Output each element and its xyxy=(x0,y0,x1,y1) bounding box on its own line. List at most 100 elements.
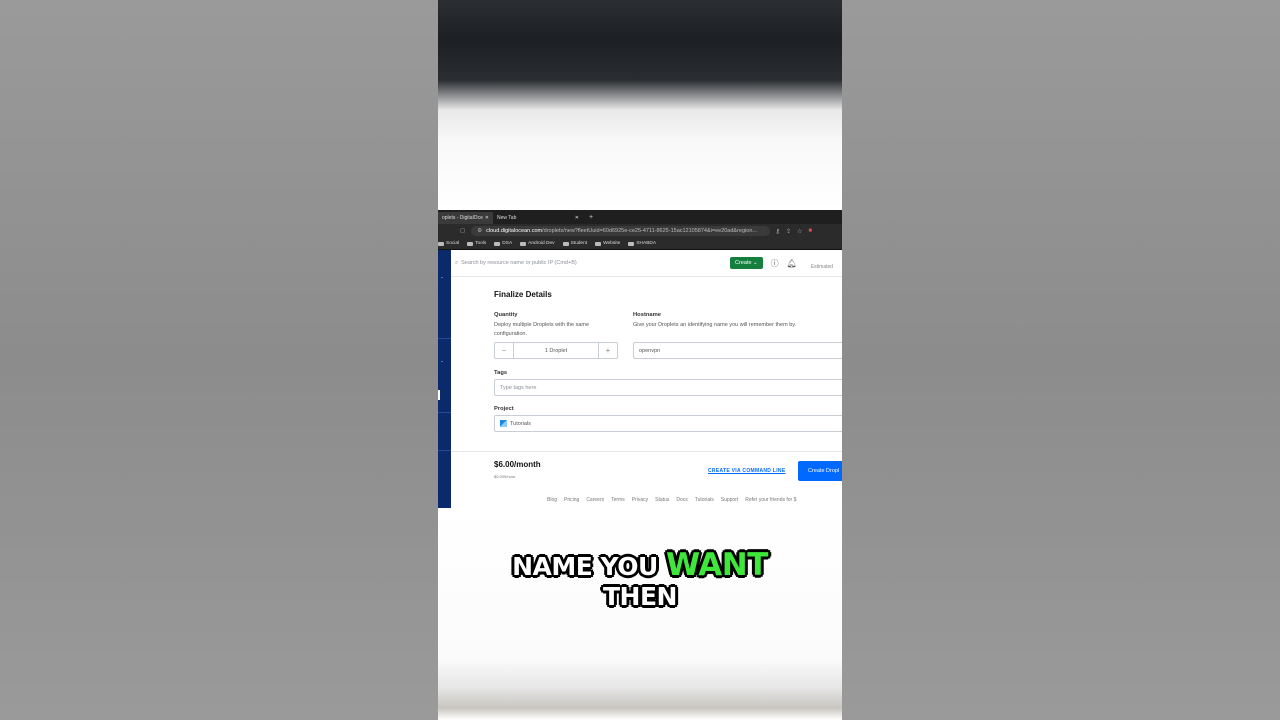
quantity-label: Quantity xyxy=(494,312,518,318)
url-host: cloud.digitalocean.com xyxy=(486,228,543,234)
blurred-bottom-area xyxy=(438,508,842,720)
url-path: /droplets/new?fleetUuid=60d6925e-ce25-47… xyxy=(542,228,757,234)
close-icon[interactable]: ✕ xyxy=(485,215,489,221)
footer-link[interactable]: Pricing xyxy=(564,497,579,503)
tab-label: New Tab xyxy=(497,215,517,221)
tags-input[interactable]: Type tags here xyxy=(494,379,842,396)
bookmark-dsa[interactable]: DSA xyxy=(494,241,512,246)
bookmark-label: DSA xyxy=(502,241,513,246)
bookmark-shabda[interactable]: SHABDA xyxy=(628,241,656,246)
background-right xyxy=(842,0,1280,720)
tab-bar: oplets - DigitalOce ✕ New Tab ✕ + xyxy=(438,210,842,224)
page-icon: ▢ xyxy=(460,228,466,234)
folder-icon xyxy=(520,241,527,246)
decrement-button[interactable]: − xyxy=(495,343,513,358)
quantity-value: 1 Droplet xyxy=(513,343,599,358)
hostname-input[interactable]: openvpn xyxy=(633,342,842,359)
address-bar: ▢ ⚙ cloud.digitalocean.com /droplets/new… xyxy=(438,224,842,238)
sidebar-divider xyxy=(438,412,451,413)
caption-highlight: WANT xyxy=(666,547,768,583)
project-select[interactable]: Tutorials xyxy=(494,415,842,432)
sidebar: ˆ ˇ xyxy=(438,250,451,508)
hostname-help: Give your Droplets an identifying name y… xyxy=(633,322,797,328)
bookmark-label: Website xyxy=(603,241,621,246)
quantity-stepper[interactable]: − 1 Droplet + xyxy=(494,342,618,359)
chevron-up-icon[interactable]: ˆ xyxy=(441,278,443,284)
browser-window: oplets - DigitalOce ✕ New Tab ✕ + ▢ ⚙ cl… xyxy=(438,210,842,510)
create-via-cli-link[interactable]: CREATE VIA COMMAND LINE xyxy=(708,468,785,474)
sidebar-divider xyxy=(438,450,451,451)
star-icon[interactable]: ☆ xyxy=(797,228,802,235)
help-icon[interactable]: ⓘ xyxy=(771,258,779,269)
tab-droplets[interactable]: oplets - DigitalOce ✕ xyxy=(438,212,493,224)
top-nav: ⌕ Search by resource name or public IP (… xyxy=(451,250,842,277)
key-icon[interactable]: ⚷ xyxy=(776,228,780,235)
url-field[interactable]: ⚙ cloud.digitalocean.com /droplets/new?f… xyxy=(471,226,770,236)
tab-new-tab[interactable]: New Tab ✕ xyxy=(493,212,583,224)
footer-links: Blog Pricing Careers Terms Privacy Statu… xyxy=(547,497,796,503)
chevron-down-icon: ⌄ xyxy=(753,260,758,266)
bookmark-label: Android Dev xyxy=(528,241,555,246)
bookmarks-bar: Social Tools DSA Android Dev Student Web… xyxy=(438,238,842,250)
tags-label: Tags xyxy=(494,370,508,376)
caption-line-1: NAME YOU WANT xyxy=(438,547,842,583)
bookmark-social[interactable]: Social xyxy=(438,241,459,246)
caption-line-2: THEN xyxy=(603,582,677,611)
folder-icon xyxy=(494,241,501,246)
blurred-top-area xyxy=(438,0,842,210)
project-value: Tutorials xyxy=(510,420,531,427)
project-label: Project xyxy=(494,406,514,412)
search-input[interactable]: ⌕ Search by resource name or public IP (… xyxy=(455,260,730,267)
close-icon[interactable]: ✕ xyxy=(575,215,579,221)
quantity-help: Deploy multiple Droplets with the same c… xyxy=(494,322,590,337)
search-placeholder: Search by resource name or public IP (Cm… xyxy=(461,260,577,266)
sidebar-active-indicator xyxy=(438,390,440,400)
video-frame: oplets - DigitalOce ✕ New Tab ✕ + ▢ ⚙ cl… xyxy=(438,0,842,720)
footer-link[interactable]: Privacy xyxy=(632,497,648,503)
bookmark-label: SHABDA xyxy=(636,241,657,246)
footer-link[interactable]: Status xyxy=(655,497,669,503)
tune-icon: ⚙ xyxy=(477,228,483,234)
bookmark-tools[interactable]: Tools xyxy=(467,241,486,246)
bell-icon[interactable]: 🔔︎ xyxy=(787,259,797,268)
background-left xyxy=(0,0,438,720)
footer-link[interactable]: Support xyxy=(721,497,739,503)
folder-icon xyxy=(595,241,602,246)
hourly-price: $0.009/hour xyxy=(494,474,516,479)
folder-icon xyxy=(628,241,635,246)
create-label: Create xyxy=(735,260,752,266)
hostname-label: Hostname xyxy=(633,312,662,318)
bookmark-website[interactable]: Website xyxy=(595,241,620,246)
folder-icon xyxy=(562,241,569,246)
caption-text: NAME YOU xyxy=(512,552,666,581)
estimated-label: Estimated xyxy=(810,264,834,270)
bookmark-student[interactable]: Student xyxy=(562,241,588,246)
chevron-down-icon[interactable]: ˇ xyxy=(441,362,443,368)
create-button[interactable]: Create ⌄ xyxy=(730,257,763,269)
monthly-price: $6.00/month xyxy=(494,460,541,469)
bookmark-label: Student xyxy=(570,241,588,246)
footer-link[interactable]: Tutorials xyxy=(695,497,714,503)
folder-icon xyxy=(467,241,474,246)
tab-label: oplets - DigitalOce xyxy=(442,215,483,221)
footer-link[interactable]: Refer your friends for $ xyxy=(745,497,796,503)
increment-button[interactable]: + xyxy=(599,343,617,358)
bookmark-android-dev[interactable]: Android Dev xyxy=(520,241,555,246)
footer-link[interactable]: Terms xyxy=(611,497,625,503)
footer-link[interactable]: Careers xyxy=(586,497,604,503)
new-tab-icon[interactable]: + xyxy=(589,214,593,221)
footer-link[interactable]: Docs xyxy=(676,497,687,503)
project-icon xyxy=(500,420,507,427)
bookmark-label: Social xyxy=(446,241,460,246)
share-icon[interactable]: ⇪ xyxy=(786,228,791,235)
main-panel: ⌕ Search by resource name or public IP (… xyxy=(451,250,842,508)
sidebar-divider xyxy=(438,338,451,339)
extension-icon[interactable]: ■ xyxy=(808,228,812,235)
footer-link[interactable]: Blog xyxy=(547,497,557,503)
page-content: ˆ ˇ ⌕ Search by resource name or public … xyxy=(438,250,842,510)
tags-placeholder: Type tags here xyxy=(500,384,537,391)
hostname-value: openvpn xyxy=(639,347,661,354)
create-droplet-button[interactable]: Create Dropl xyxy=(798,461,842,481)
search-icon: ⌕ xyxy=(455,259,459,266)
bookmark-label: Tools xyxy=(475,241,487,246)
